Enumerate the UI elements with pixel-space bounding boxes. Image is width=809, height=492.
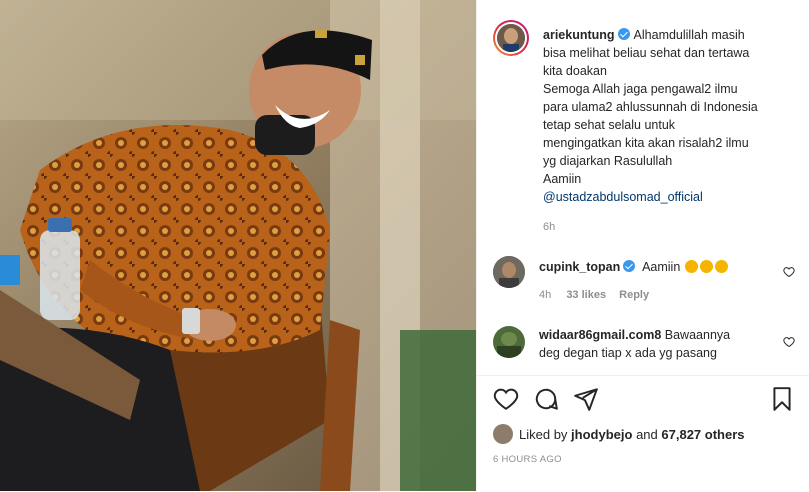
author-avatar[interactable] <box>493 20 529 56</box>
likes-summary: Liked by jhodybejo and 67,827 others <box>493 424 745 444</box>
caption-text: ariekuntung Alhamdulillah masih bisa meli… <box>543 26 758 236</box>
author-username[interactable]: ariekuntung <box>543 28 615 42</box>
caption-line: Semoga Allah jaga pengawal2 ilmu <box>543 82 738 96</box>
likes-count[interactable]: 67,827 others <box>661 427 744 442</box>
comment-text: Aamiin <box>642 260 681 274</box>
comment-text: Bawaannya <box>664 328 731 342</box>
comment-body: cupink_topan Aamiin 4h 33 likes Reply <box>539 258 729 304</box>
comment-likes[interactable]: 33 likes <box>566 289 606 301</box>
commenter-username[interactable]: cupink_topan <box>539 260 620 274</box>
likes-prefix: Liked by <box>519 426 568 442</box>
comments-scroll-area[interactable]: ariekuntung Alhamdulillah masih bisa meli… <box>477 0 809 375</box>
comment-icon[interactable] <box>533 386 559 412</box>
caption-line: Alhamdulillah masih <box>633 28 745 42</box>
comment-time: 4h <box>539 289 552 301</box>
comment-like-heart-icon[interactable] <box>783 266 795 278</box>
mention-link[interactable]: @ustadzabdulsomad_official <box>543 190 703 204</box>
likes-and: and <box>636 426 658 442</box>
commenter-avatar-image <box>493 326 525 358</box>
emoji-icon <box>714 260 728 273</box>
verified-badge-icon <box>623 260 636 272</box>
post-photo[interactable] <box>0 0 476 491</box>
comment-row: widaar86gmail.com8 Bawaannya deg degan t… <box>493 326 795 362</box>
commenter-avatar[interactable] <box>493 256 525 288</box>
caption-time: 6h <box>543 221 556 233</box>
commenter-avatar[interactable] <box>493 326 525 358</box>
post-side-panel: ariekuntung Alhamdulillah masih bisa meli… <box>476 0 809 491</box>
emoji-icon <box>684 260 698 273</box>
verified-badge-icon <box>617 28 630 40</box>
caption-row: ariekuntung Alhamdulillah masih bisa meli… <box>493 20 793 236</box>
caption-line: Aamiin <box>543 172 582 186</box>
comment-meta: 4h 33 likes Reply <box>539 286 729 304</box>
caption-line: kita doakan <box>543 64 607 78</box>
comment-body: widaar86gmail.com8 Bawaannya deg degan t… <box>539 326 730 362</box>
emoji-icon <box>699 260 713 273</box>
commenter-username[interactable]: widaar86gmail.com8 <box>539 328 661 342</box>
caption-line: bisa melihat beliau sehat dan tertawa <box>543 46 750 60</box>
share-icon[interactable] <box>573 386 599 412</box>
post-actions: Liked by jhodybejo and 67,827 others 6 H… <box>477 375 809 492</box>
comment-like-heart-icon[interactable] <box>783 336 795 348</box>
reply-button[interactable]: Reply <box>619 289 649 301</box>
bookmark-icon[interactable] <box>769 386 795 412</box>
caption-line: para ulama2 ahlussunnah di Indonesia <box>543 100 758 114</box>
liker-avatar[interactable] <box>493 424 513 444</box>
commenter-avatar-image <box>493 256 525 288</box>
instagram-post: ariekuntung Alhamdulillah masih bisa meli… <box>0 0 809 491</box>
caption-line: mengingatkan kita akan risalah2 ilmu <box>543 136 749 150</box>
author-avatar-image <box>497 24 525 52</box>
caption-line: tetap sehat selalu untuk <box>543 118 676 132</box>
liker-username[interactable]: jhodybejo <box>571 427 632 442</box>
comment-text: deg degan tiap x ada yg pasang <box>539 346 717 360</box>
post-time-ago[interactable]: 6 HOURS AGO <box>493 454 562 465</box>
caption-line: yg diajarkan Rasulullah <box>543 154 673 168</box>
photo-illustration <box>0 0 476 491</box>
heart-icon[interactable] <box>493 386 519 412</box>
comment-row: cupink_topan Aamiin 4h 33 likes Reply <box>493 256 795 304</box>
